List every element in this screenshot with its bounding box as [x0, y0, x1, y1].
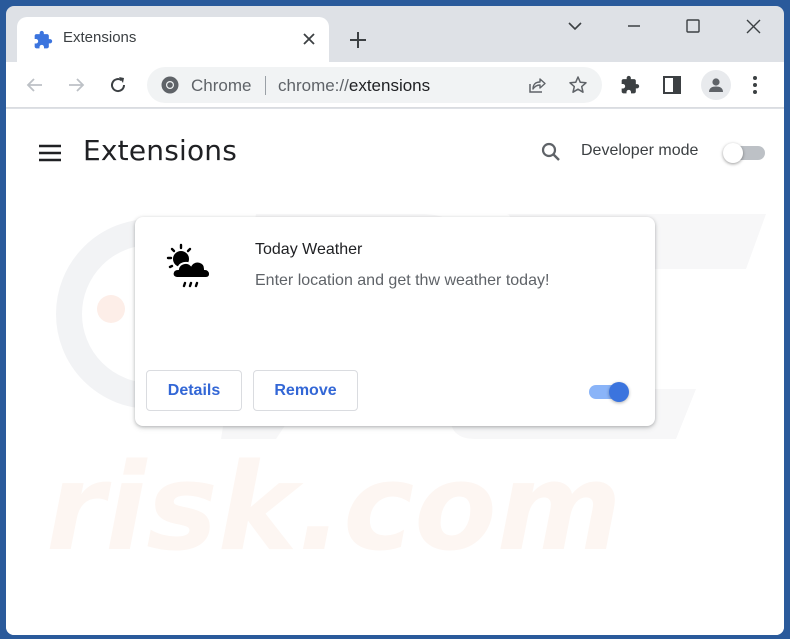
page-title: Extensions — [83, 134, 238, 167]
star-icon — [569, 76, 587, 93]
more-vert-icon — [753, 76, 757, 94]
extensions-menu-button[interactable] — [615, 70, 645, 100]
maximize-button[interactable] — [673, 12, 713, 40]
address-bar[interactable]: Chrome chrome://extensions — [147, 67, 602, 103]
search-extensions-button[interactable] — [538, 139, 564, 165]
details-button[interactable]: Details — [146, 370, 242, 411]
hamburger-menu-icon — [39, 144, 61, 162]
developer-mode-toggle[interactable] — [723, 143, 765, 163]
developer-mode-label: Developer mode — [581, 142, 699, 159]
url-prefix: chrome:// — [278, 76, 349, 95]
share-button[interactable] — [526, 74, 548, 96]
svg-text:risk.com: risk.com — [46, 439, 622, 578]
url-host: extensions — [348, 76, 431, 95]
bookmark-star-button[interactable] — [567, 74, 589, 96]
arrow-left-icon — [26, 78, 42, 92]
browser-window: Extensions Chrome chrome://extensions ri… — [6, 6, 784, 635]
close-window-button[interactable] — [733, 12, 773, 40]
back-button[interactable] — [20, 70, 50, 100]
omnibox-divider — [265, 76, 266, 95]
tab-strip: Extensions — [6, 6, 784, 62]
side-panel-icon — [663, 76, 681, 94]
plus-icon — [350, 32, 366, 48]
chrome-logo-icon — [161, 76, 179, 94]
url-text[interactable]: chrome://extensions — [278, 76, 430, 96]
tab-title: Extensions — [63, 29, 137, 46]
reload-icon — [111, 77, 126, 93]
profile-avatar-button[interactable] — [701, 70, 731, 100]
arrow-right-icon — [69, 78, 85, 92]
reload-button[interactable] — [103, 70, 133, 100]
extension-enable-toggle[interactable] — [589, 381, 631, 403]
extension-name: Today Weather — [255, 241, 363, 258]
main-menu-button[interactable] — [36, 139, 64, 167]
share-icon — [529, 78, 546, 93]
extensions-page: risk.com Extensions Developer mode Today… — [6, 109, 784, 635]
puzzle-icon — [33, 30, 53, 50]
puzzle-icon — [621, 75, 640, 94]
search-icon — [541, 142, 560, 161]
person-icon — [709, 78, 723, 92]
extension-description: Enter location and get thw weather today… — [255, 272, 550, 289]
extension-card: Today Weather Enter location and get thw… — [135, 217, 655, 426]
close-icon — [303, 33, 315, 45]
new-tab-button[interactable] — [344, 26, 372, 54]
tab-search-button[interactable] — [555, 12, 595, 40]
chrome-menu-button[interactable] — [740, 70, 770, 100]
minimize-button[interactable] — [614, 12, 654, 40]
forward-button[interactable] — [61, 70, 91, 100]
toggle-knob — [723, 143, 743, 163]
minimize-icon — [628, 25, 640, 27]
weather-sun-cloud-rain-icon — [165, 241, 217, 293]
toggle-knob — [609, 382, 629, 402]
chevron-down-icon — [568, 22, 582, 31]
close-icon — [746, 19, 760, 33]
remove-button[interactable]: Remove — [253, 370, 358, 411]
maximize-icon — [686, 19, 700, 33]
tab-extensions[interactable]: Extensions — [17, 17, 329, 62]
side-panel-button[interactable] — [657, 70, 687, 100]
site-chip-label: Chrome — [191, 76, 252, 95]
toolbar: Chrome chrome://extensions — [6, 62, 784, 108]
tab-close-button[interactable] — [297, 27, 321, 51]
